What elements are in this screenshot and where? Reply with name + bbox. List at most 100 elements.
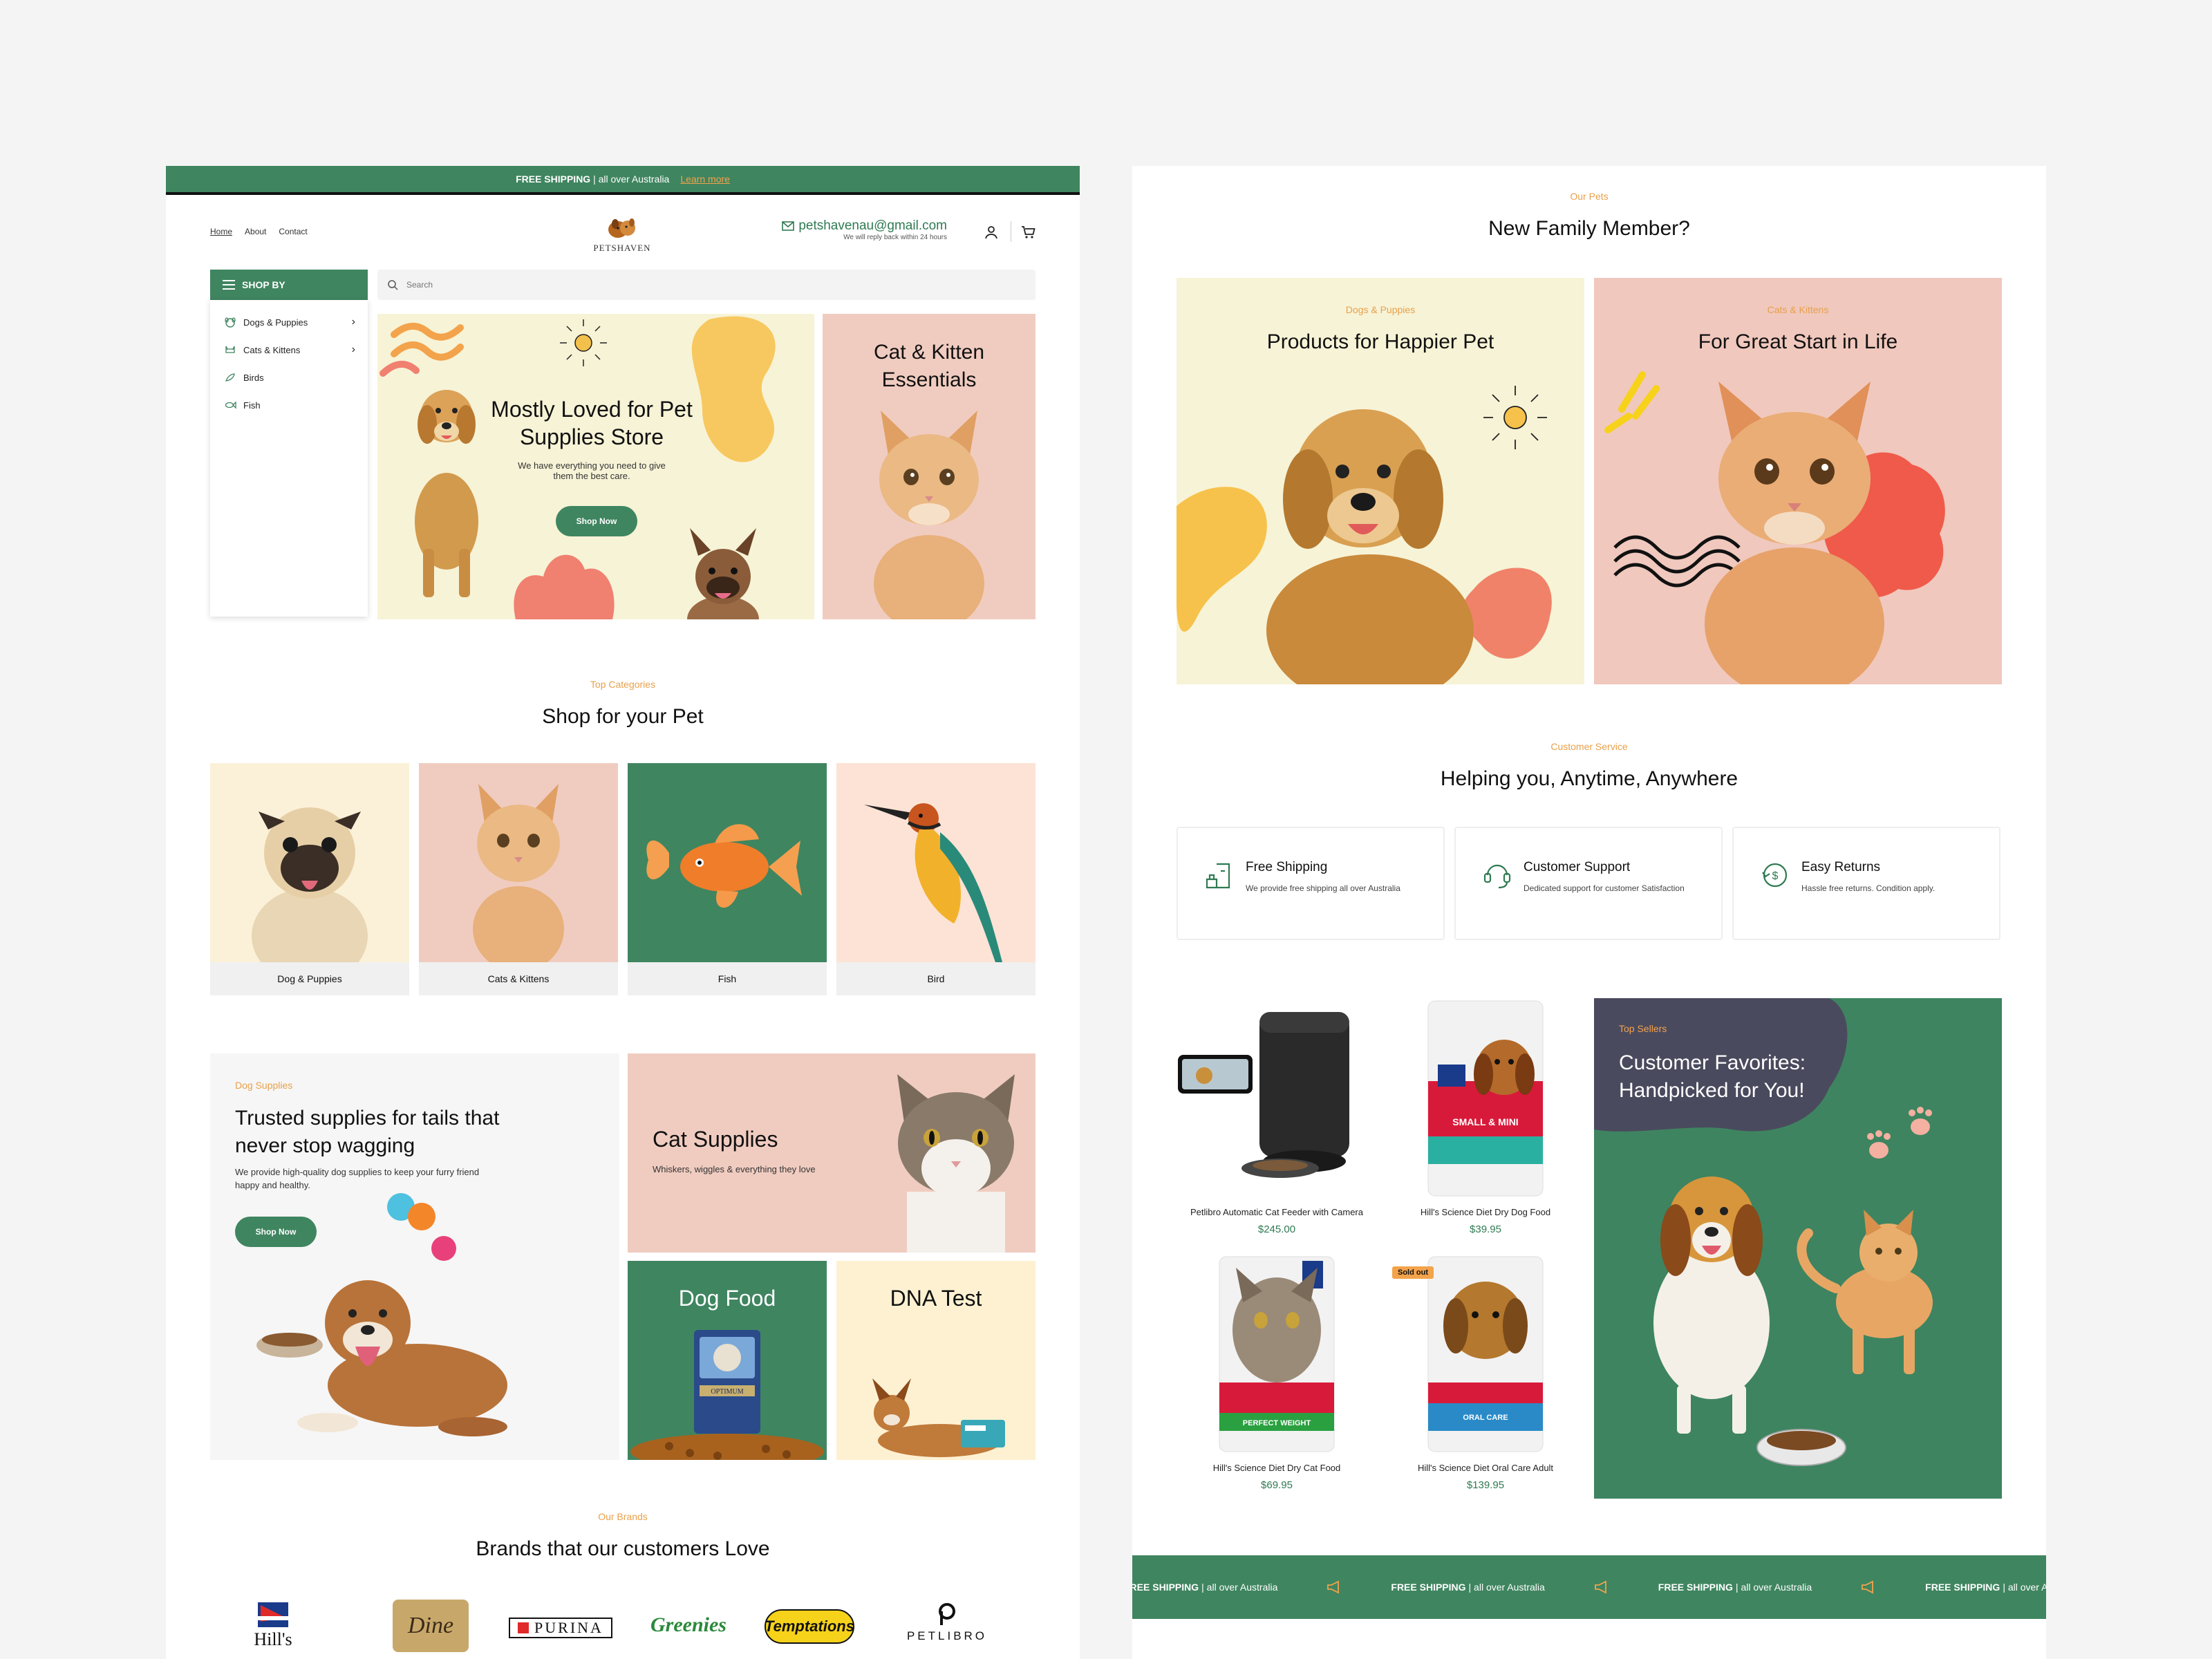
shop-by-button[interactable]: SHOP BY	[210, 270, 368, 300]
chevron-right-icon: ›	[351, 344, 355, 355]
kitten-illustration	[473, 784, 564, 962]
search-icon	[388, 280, 398, 290]
category-label: Cats & Kittens	[487, 973, 550, 984]
product-card[interactable]: Petlibro Automatic Cat Feeder with Camer…	[1177, 998, 1377, 1254]
service-kicker: Customer Service	[1550, 741, 1628, 752]
logo-text: PETSHAVEN	[593, 243, 651, 253]
bird-illustration	[864, 803, 1002, 962]
category-tile-dogs[interactable]: Dog & Puppies	[210, 763, 409, 995]
search-input[interactable]	[406, 280, 959, 290]
brand-logo-petlibro[interactable]: PETLIBRO	[899, 1602, 995, 1643]
category-tile-cats[interactable]: Cats & Kittens	[419, 763, 618, 995]
logo[interactable]: PETSHAVEN	[588, 212, 657, 254]
bird-icon	[225, 373, 235, 382]
cat-icon	[225, 346, 235, 353]
purina-wordmark: PURINA	[534, 1619, 603, 1636]
brand-logo-hills[interactable]: Hill's	[242, 1600, 304, 1650]
favorites-title: Customer Favorites: Handpicked for You!	[1619, 1051, 1806, 1102]
category-tile-bird[interactable]: Bird	[836, 763, 1035, 995]
brand-logo-dine[interactable]: Dine	[393, 1600, 469, 1652]
nav-contact[interactable]: Contact	[279, 227, 307, 236]
purina-checkerboard-icon	[518, 1622, 529, 1633]
dogs-card-title: Products for Happier Pet	[1266, 330, 1494, 353]
menu-item-birds[interactable]: Birds	[210, 364, 368, 391]
hero-banner: Mostly Loved for Pet Supplies Store We h…	[377, 314, 814, 619]
sections-panel: Our Pets New Family Member? Dogs & Puppi…	[1132, 166, 2046, 1659]
dog-supplies-description: We provide high-quality dog supplies to …	[235, 1167, 480, 1190]
product-name: Hill's Science Diet Dry Dog Food	[1420, 1207, 1551, 1217]
pug-illustration	[252, 807, 368, 962]
dna-test-card[interactable]: DNA Test	[836, 1261, 1035, 1460]
menu-item-fish[interactable]: Fish	[210, 391, 368, 419]
menu-item-label: Birds	[243, 372, 264, 383]
category-label: Dog & Puppies	[277, 973, 342, 984]
cat-supplies-title: Cat Supplies	[653, 1127, 778, 1152]
cats-family-card[interactable]: Cats & Kittens For Great Start in Life	[1594, 278, 2002, 684]
nav-home[interactable]: Home	[210, 227, 232, 236]
svg-text:ORAL CARE: ORAL CARE	[1463, 1414, 1508, 1422]
returns-icon: $	[1762, 863, 1788, 888]
service-title: Helping you, Anytime, Anywhere	[1440, 767, 1738, 790]
petlibro-logo-icon	[939, 1603, 955, 1625]
brand-logo-greenies[interactable]: Greenies	[647, 1613, 730, 1637]
nav-about[interactable]: About	[245, 227, 266, 236]
category-label: Bird	[927, 973, 945, 984]
hero-description: We have everything you need to give them…	[518, 460, 666, 481]
announcement-bar: FREE SHIPPING | all over Australia Learn…	[166, 166, 1080, 195]
cat-supplies-card[interactable]: Cat Supplies Whiskers, wiggles & everyth…	[628, 1053, 1035, 1253]
service-title-text: Customer Support	[1524, 860, 1631, 874]
dog-food-card[interactable]: Dog Food OPTIMUM	[628, 1261, 827, 1460]
product-name: Petlibro Automatic Cat Feeder with Camer…	[1190, 1207, 1363, 1217]
dog-food-bag-product-image: SMALL & MINI	[1427, 1000, 1544, 1197]
homepage-panel: FREE SHIPPING | all over Australia Learn…	[166, 166, 1080, 1659]
contact-email[interactable]: petshavenau@gmail.com We will reply back…	[774, 218, 947, 241]
cat-food-bag-product-image: PERFECT WEIGHT	[1219, 1256, 1335, 1452]
brand-logo-purina[interactable]: PURINA	[509, 1618, 612, 1638]
search-bar[interactable]	[377, 270, 1035, 300]
product-card[interactable]: ORAL CARE Sold out Hill's Science Diet O…	[1385, 1254, 1586, 1510]
service-desc-text: Dedicated support for customer Satisfact…	[1524, 883, 1685, 893]
dog-supplies-title: Trusted supplies for tails that never st…	[235, 1107, 500, 1157]
menu-item-dogs[interactable]: Dogs & Puppies ›	[210, 308, 368, 336]
category-label: Fish	[718, 973, 737, 984]
announcement-rest: | all over Australia	[590, 174, 670, 185]
service-desc-text: We provide free shipping all over Austra…	[1246, 883, 1400, 893]
mail-icon	[782, 221, 795, 231]
product-name: Hill's Science Diet Dry Cat Food	[1212, 1463, 1341, 1473]
orange-kitten-illustration	[1604, 371, 1945, 684]
beagle-illustration	[1653, 1177, 1770, 1434]
menu-item-cats[interactable]: Cats & Kittens ›	[210, 336, 368, 364]
account-icon[interactable]	[983, 224, 1000, 241]
product-card[interactable]: PERFECT WEIGHT Hill's Science Diet Dry C…	[1177, 1254, 1377, 1510]
category-menu: Dogs & Puppies › Cats & Kittens › Birds …	[210, 300, 368, 617]
learn-more-link[interactable]: Learn more	[680, 174, 730, 185]
bulldog-illustration	[687, 528, 759, 619]
cat-feeder-product-image	[1178, 1012, 1349, 1178]
cat-kitten-essentials-card[interactable]: Cat & Kitten Essentials	[823, 314, 1035, 619]
product-card[interactable]: SMALL & MINI Hill's Science Diet Dry Dog…	[1385, 998, 1586, 1254]
cat-supplies-description: Whiskers, wiggles & everything they love	[653, 1164, 816, 1174]
megaphone-icon	[1862, 1580, 1874, 1594]
brand-logo-temptations[interactable]: Temptations	[765, 1609, 854, 1644]
customer-favorites-card[interactable]: Top Sellers Customer Favorites: Handpick…	[1594, 998, 2002, 1499]
shipping-marquee: FREE SHIPPING | all over Australia FREE …	[1132, 1555, 2046, 1619]
dogs-family-card[interactable]: Dogs & Puppies Products for Happier Pet	[1177, 278, 1584, 684]
cart-icon[interactable]	[1020, 224, 1037, 241]
family-kicker: Our Pets	[1570, 191, 1609, 202]
chevron-right-icon: ›	[351, 316, 355, 328]
email-note: We will reply back within 24 hours	[843, 234, 947, 241]
dog-icon	[225, 317, 236, 328]
dog-food-title: Dog Food	[678, 1286, 776, 1311]
svg-text:$: $	[1772, 870, 1779, 882]
menu-item-label: Fish	[243, 400, 261, 411]
hero-shop-now-button[interactable]: Shop Now	[556, 506, 637, 536]
product-price: $39.95	[1470, 1224, 1501, 1235]
service-title-text: Easy Returns	[1801, 860, 1881, 874]
marquee-item: FREE SHIPPING | all over Australia	[1132, 1582, 1278, 1593]
category-tile-fish[interactable]: Fish	[628, 763, 827, 995]
dog-supplies-card[interactable]: Dog Supplies Trusted supplies for tails …	[210, 1053, 619, 1460]
service-card-returns: $ Easy Returns Hassle free returns. Cond…	[1732, 827, 2000, 940]
sold-out-badge: Sold out	[1392, 1266, 1434, 1279]
shop-by-label: SHOP BY	[242, 279, 285, 290]
service-card-support: Customer Support Dedicated support for c…	[1454, 827, 1723, 940]
